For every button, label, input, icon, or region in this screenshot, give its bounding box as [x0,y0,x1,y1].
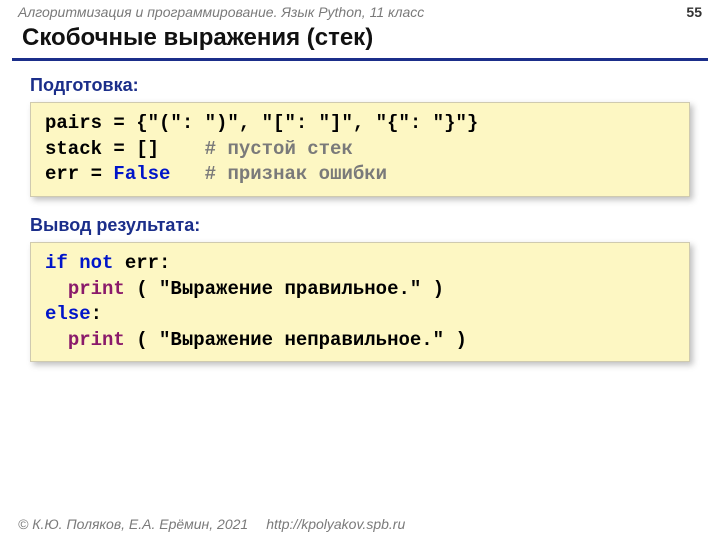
code-block-prep: pairs = {"(": ")", "[": "]", "{": "}"} s… [30,102,690,197]
code-func: print [68,278,125,300]
code-block-result: if not err: print ( "Выражение правильно… [30,242,690,363]
code-text [68,252,79,274]
code-func: print [68,329,125,351]
page-number: 55 [686,4,702,20]
title-underline [12,58,708,61]
footer-copyright: © К.Ю. Поляков, Е.А. Ерёмин, 2021 [18,516,248,532]
slide-footer: © К.Ю. Поляков, Е.А. Ерёмин, 2021 http:/… [0,510,720,540]
code-text [45,278,68,300]
code-text: ( "Выражение правильное." ) [125,278,444,300]
code-text [45,329,68,351]
code-text: stack = [] [45,138,205,160]
footer-url: http://kpolyakov.spb.ru [266,516,405,532]
code-text [170,163,204,185]
code-keyword: not [79,252,113,274]
section-result-label: Вывод результата: [0,211,720,242]
slide-title: Скобочные выражения (стек) [0,22,720,58]
code-keyword: if [45,252,68,274]
code-comment: # пустой стек [205,138,353,160]
section-prep-label: Подготовка: [0,71,720,102]
code-text: err = [45,163,113,185]
slide-header: Алгоритмизация и программирование. Язык … [0,0,720,22]
code-keyword: else [45,303,91,325]
code-comment: # признак ошибки [205,163,387,185]
code-text: err: [113,252,170,274]
code-text: ( "Выражение неправильное." ) [125,329,467,351]
code-text: : [91,303,102,325]
course-name: Алгоритмизация и программирование. Язык … [18,4,424,20]
code-keyword: False [113,163,170,185]
code-line: pairs = {"(": ")", "[": "]", "{": "}"} [45,112,478,134]
